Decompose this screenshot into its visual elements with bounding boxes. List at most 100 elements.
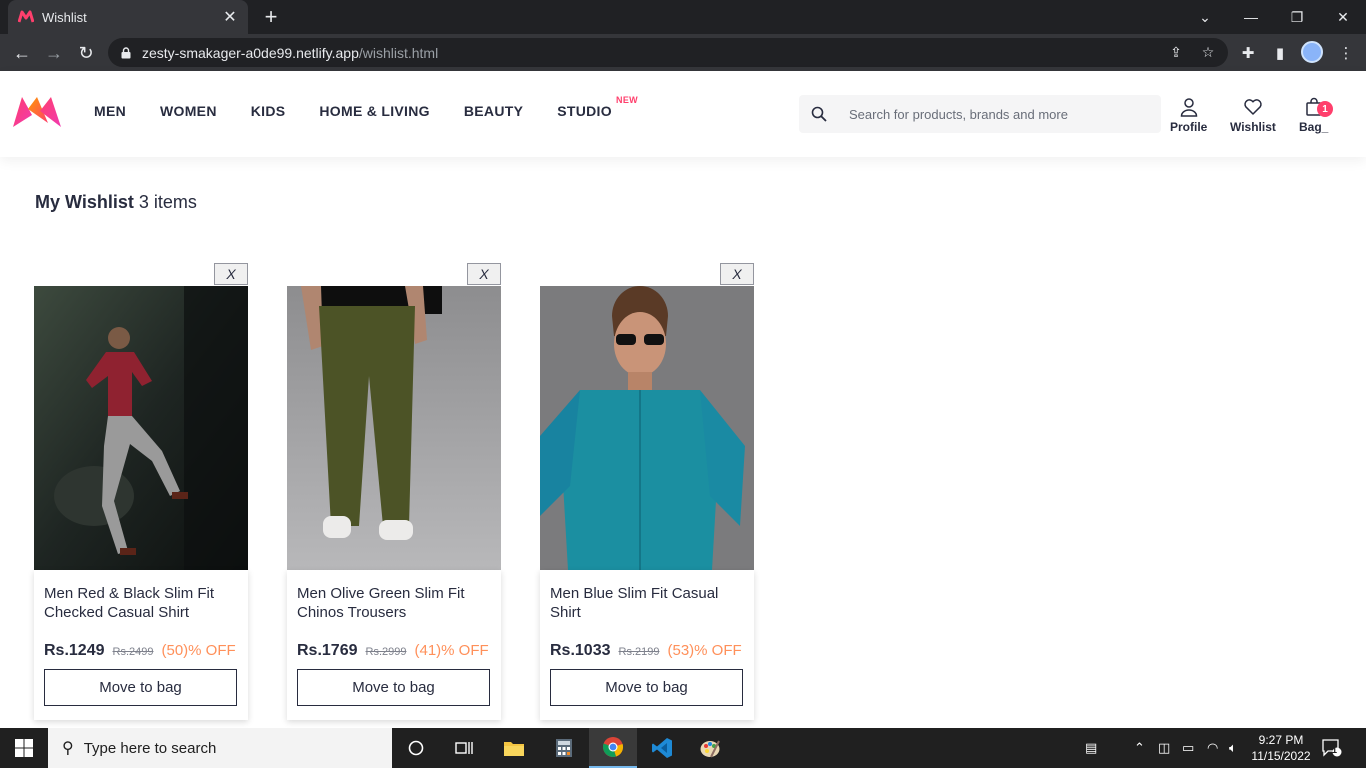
taskbar-search-icon: ⚲ (62, 740, 74, 757)
meet-now-icon[interactable]: ◫ (1158, 728, 1170, 768)
taskbar-search-placeholder: Type here to search (83, 739, 217, 757)
site-search (799, 95, 1161, 133)
address-bar[interactable]: zesty-smakager-a0de99.netlify.app/wishli… (108, 38, 1228, 67)
product-info: Men Olive Green Slim Fit Chinos Trousers… (287, 570, 501, 720)
remove-item-button[interactable]: X (467, 263, 501, 285)
wifi-icon[interactable]: ◠ (1207, 728, 1218, 768)
move-to-bag-button[interactable]: Move to bag (550, 669, 743, 706)
browser-tab-strip: Wishlist ✕ + ⌄ — ❐ ✕ (0, 0, 1366, 34)
vscode-icon[interactable] (638, 728, 686, 768)
cortana-icon[interactable] (392, 728, 440, 768)
product-price: Rs.1769 (297, 642, 358, 659)
myntra-favicon-icon (18, 10, 34, 23)
restore-icon[interactable]: ❐ (1274, 0, 1320, 34)
product-discount: (50)% OFF (161, 642, 236, 659)
wishlist-title: My Wishlist (35, 192, 134, 212)
tab-title: Wishlist (42, 9, 87, 25)
product-price: Rs.1249 (44, 642, 105, 659)
product-name: Men Blue Slim Fit Casual Shirt (550, 585, 719, 621)
product-info: Men Blue Slim Fit Casual Shirt Rs.1033 R… (540, 570, 754, 720)
nav-kids[interactable]: KIDS (251, 103, 286, 119)
site-header: MEN WOMEN KIDS HOME & LIVING BEAUTY STUD… (0, 71, 1366, 157)
main-nav: MEN WOMEN KIDS HOME & LIVING BEAUTY STUD… (94, 95, 646, 119)
nav-men[interactable]: MEN (94, 103, 126, 119)
browser-profile-avatar[interactable] (1301, 41, 1323, 63)
show-hidden-icons-icon[interactable]: ⌃ (1134, 728, 1145, 768)
share-icon[interactable]: ⇪ (1162, 38, 1190, 67)
lock-icon (121, 46, 131, 58)
chrome-icon[interactable] (589, 728, 637, 768)
bag-button[interactable]: Bag_ 1 (1299, 97, 1333, 134)
task-view-icon[interactable] (440, 728, 488, 768)
page-title: My Wishlist 3 items (35, 192, 197, 213)
file-explorer-icon[interactable] (490, 728, 538, 768)
profile-button[interactable]: Profile (1170, 97, 1207, 134)
move-to-bag-button[interactable]: Move to bag (44, 669, 237, 706)
price-row: Rs.1769 Rs.2999 (41)% OFF (297, 642, 491, 660)
product-mrp: Rs.2499 (112, 646, 154, 658)
price-row: Rs.1033 Rs.2199 (53)% OFF (550, 642, 744, 660)
browser-menu-icon[interactable]: ⋮ (1332, 39, 1360, 67)
bag-label: Bag_ (1299, 120, 1329, 134)
bookmark-star-icon[interactable]: ☆ (1194, 38, 1222, 67)
product-discount: (41)% OFF (414, 642, 489, 659)
calculator-icon[interactable] (540, 728, 588, 768)
product-image[interactable] (540, 286, 754, 570)
product-name: Men Olive Green Slim Fit Chinos Trousers (297, 585, 465, 621)
extensions-icon[interactable]: ✚ (1234, 39, 1262, 67)
bag-count-badge: 1 (1317, 101, 1333, 117)
new-badge: NEW (616, 95, 638, 105)
url-path: /wishlist.html (358, 44, 439, 61)
volume-icon[interactable]: 🔈︎ (1229, 728, 1237, 768)
product-mrp: Rs.2199 (618, 646, 660, 658)
clock-time: 9:27 PM (1258, 733, 1304, 747)
wishlist-count: 3 items (138, 192, 197, 212)
url-host: zesty-smakager-a0de99.netlify.app (142, 44, 359, 61)
notification-center-icon[interactable]: 1 (1322, 728, 1342, 768)
close-window-icon[interactable]: ✕ (1320, 0, 1366, 34)
product-price: Rs.1033 (550, 642, 611, 659)
browser-toolbar: ← → ↻ zesty-smakager-a0de99.netlify.app /… (0, 34, 1366, 71)
search-icon[interactable] (799, 95, 839, 133)
clock-date: 11/15/2022 (1251, 749, 1311, 763)
heart-icon (1244, 99, 1262, 115)
nav-home-living[interactable]: HOME & LIVING (319, 103, 429, 119)
nav-beauty[interactable]: BEAUTY (464, 103, 523, 119)
product-name: Men Red & Black Slim Fit Checked Casual … (44, 585, 215, 621)
notification-count: 1 (1332, 745, 1338, 755)
battery-icon[interactable]: ▭ (1182, 728, 1194, 768)
tab-close-icon[interactable]: ✕ (222, 9, 238, 26)
minimize-icon[interactable]: — (1228, 0, 1274, 34)
tab-search-icon[interactable]: ⌄ (1182, 0, 1228, 34)
side-panel-icon[interactable]: ▮ (1266, 39, 1294, 67)
remove-item-button[interactable]: X (214, 263, 248, 285)
profile-label: Profile (1170, 120, 1208, 134)
browser-tab[interactable]: Wishlist ✕ (8, 0, 248, 34)
paint-icon[interactable] (686, 728, 734, 768)
product-info: Men Red & Black Slim Fit Checked Casual … (34, 570, 248, 720)
nav-women[interactable]: WOMEN (160, 103, 217, 119)
forward-icon[interactable]: → (40, 39, 68, 67)
product-image[interactable] (287, 286, 501, 570)
taskbar-clock[interactable]: 9:27 PM 11/15/2022 (1248, 732, 1314, 764)
tray-news-icon[interactable]: ▤ (1085, 728, 1097, 768)
remove-item-button[interactable]: X (720, 263, 754, 285)
search-input[interactable] (849, 106, 1139, 122)
nav-studio[interactable]: STUDIO NEW (557, 95, 637, 119)
myntra-logo[interactable] (10, 93, 64, 131)
product-mrp: Rs.2999 (365, 646, 407, 658)
wishlist-label: Wishlist (1230, 120, 1276, 134)
nav-studio-label: STUDIO (557, 103, 612, 119)
wishlist-button[interactable]: Wishlist (1230, 97, 1276, 134)
back-icon[interactable]: ← (8, 39, 36, 67)
product-discount: (53)% OFF (667, 642, 742, 659)
windows-logo-icon (15, 739, 33, 757)
move-to-bag-button[interactable]: Move to bag (297, 669, 490, 706)
start-button[interactable] (0, 728, 48, 768)
profile-icon (1180, 98, 1197, 117)
product-image[interactable] (34, 286, 248, 570)
new-tab-icon[interactable]: + (258, 4, 284, 30)
reload-icon[interactable]: ↻ (72, 39, 100, 67)
windows-taskbar: ⚲ Type here to search ▤ ⌃ ◫ ▭ ◠ 🔈︎ 9:27 … (0, 728, 1366, 768)
taskbar-search[interactable]: ⚲ Type here to search (48, 728, 392, 768)
